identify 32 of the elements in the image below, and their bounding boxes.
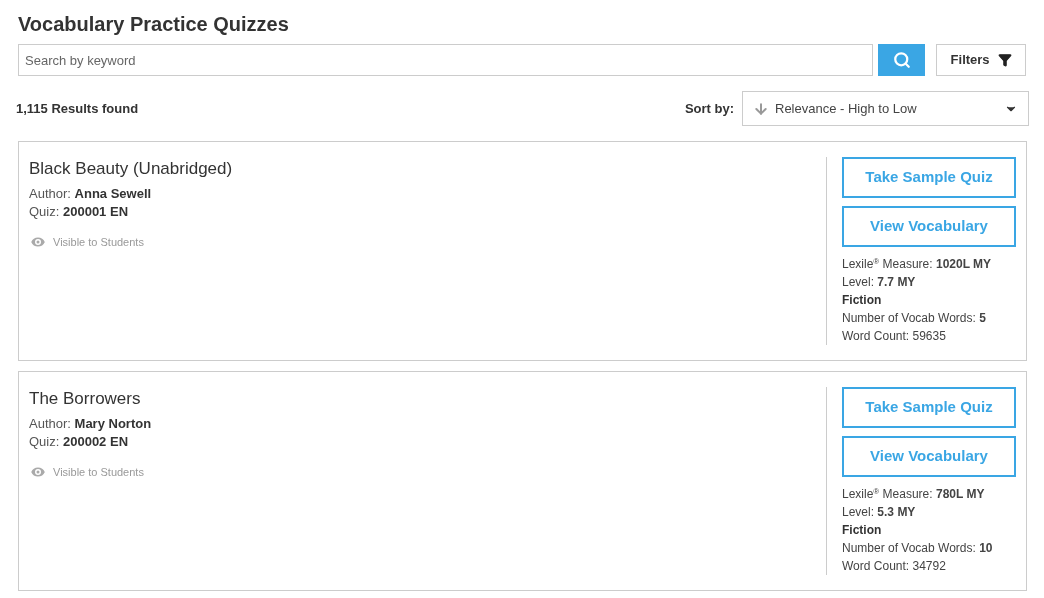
page-title: Vocabulary Practice Quizzes [18,12,290,37]
quiz-number-line: Quiz: 200002 EN [29,433,130,451]
genre-label: Fiction [842,522,883,539]
genre-label: Fiction [842,292,883,309]
arrow-down-icon [753,100,769,117]
detail-line: Lexile$^{®}$ Measure: 780L MY [842,486,986,503]
detail-line: Word Count: 59635 [842,328,947,345]
quiz-number-line: Quiz: 200001 EN [29,203,130,221]
visibility-label: Visible to Students [53,464,144,480]
filters-button[interactable]: Filters [936,44,1026,76]
sort-dropdown[interactable]: Relevance - High to Low [742,91,1029,126]
search-button[interactable] [878,44,926,76]
search-field[interactable]: Search by keyword [18,44,874,76]
quiz-action-button[interactable]: View Vocabulary [842,206,1016,247]
quiz-title: The Borrowers [29,388,142,410]
quiz-action-button[interactable]: Take Sample Quiz [842,157,1016,198]
quiz-action-button[interactable]: Take Sample Quiz [842,387,1016,428]
quiz-title: Black Beauty (Unabridged) [29,158,234,180]
author-line: Author: Anna Sewell [29,185,153,203]
search-icon [892,51,911,69]
author-line: Author: Mary Norton [29,415,153,433]
results-count: 1,115 Results found [16,99,139,118]
detail-line: Lexile$^{®}$ Measure: 1020L MY [842,256,993,273]
detail-line: Number of Vocab Words: 10 [842,540,994,557]
filter-icon [997,53,1012,67]
detail-line: Word Count: 34792 [842,558,947,575]
detail-line: Level: 5.3 MY [842,504,917,521]
detail-line: Number of Vocab Words: 5 [842,310,987,327]
sort-label: Sort by: [684,99,734,118]
detail-line: Level: 7.7 MY [842,274,917,291]
visibility-label: Visible to Students [53,234,144,250]
quiz-action-button[interactable]: View Vocabulary [842,436,1016,477]
